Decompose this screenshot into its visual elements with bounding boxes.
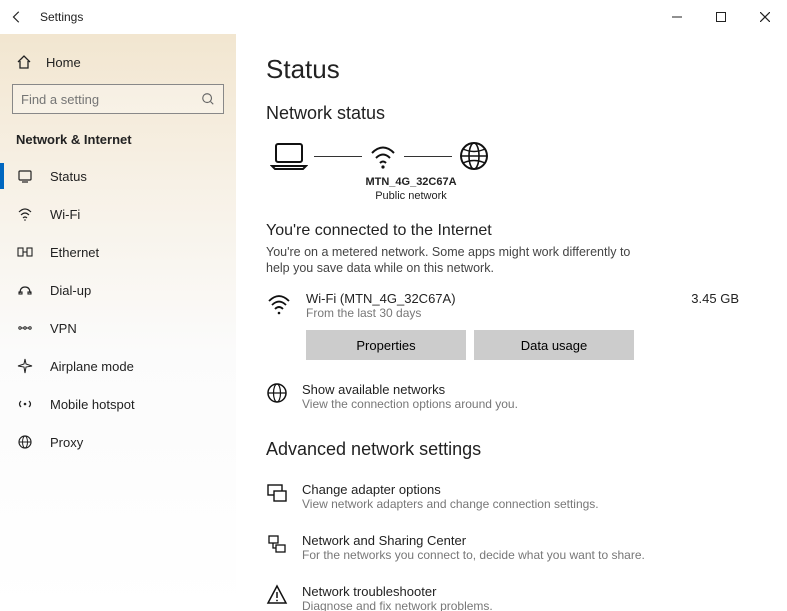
search-input[interactable]: [21, 92, 201, 107]
sidebar-item-ethernet[interactable]: Ethernet: [12, 233, 224, 271]
wifi-icon: [266, 291, 292, 317]
sidebar-item-label: Ethernet: [50, 245, 99, 260]
available-subtitle: View the connection options around you.: [302, 397, 518, 411]
sidebar-item-wifi[interactable]: Wi-Fi: [12, 195, 224, 233]
sidebar-item-hotspot[interactable]: Mobile hotspot: [12, 385, 224, 423]
available-title: Show available networks: [302, 382, 518, 397]
adv-item-subtitle: View network adapters and change connect…: [302, 497, 599, 511]
search-box[interactable]: [12, 84, 224, 114]
globe-icon: [458, 140, 490, 172]
sidebar-item-label: VPN: [50, 321, 77, 336]
minimize-button[interactable]: [655, 2, 699, 32]
adv-item-subtitle: For the networks you connect to, decide …: [302, 548, 645, 562]
globe-icon: [266, 382, 288, 404]
sidebar-item-airplane[interactable]: Airplane mode: [12, 347, 224, 385]
wifi-icon: [16, 206, 34, 222]
sidebar-item-proxy[interactable]: Proxy: [12, 423, 224, 461]
dialup-icon: [16, 282, 34, 298]
sidebar-section-title: Network & Internet: [12, 114, 224, 157]
sidebar-item-status[interactable]: Status: [12, 157, 224, 195]
adv-item-title: Change adapter options: [302, 482, 599, 497]
data-usage-button[interactable]: Data usage: [474, 330, 634, 360]
connector-line: [314, 156, 362, 157]
sidebar-item-label: Proxy: [50, 435, 83, 450]
close-button[interactable]: [743, 2, 787, 32]
sidebar-item-dialup[interactable]: Dial-up: [12, 271, 224, 309]
sidebar-item-vpn[interactable]: VPN: [12, 309, 224, 347]
network-diagram: [270, 140, 787, 172]
back-button[interactable]: [10, 10, 24, 24]
advanced-heading: Advanced network settings: [266, 439, 787, 460]
connector-line: [404, 156, 452, 157]
connection-name: Wi-Fi (MTN_4G_32C67A): [306, 291, 677, 306]
airplane-icon: [16, 358, 34, 374]
adapter-icon: [266, 482, 288, 504]
page-title: Status: [266, 54, 787, 85]
warning-icon: [266, 584, 288, 606]
diagram-scope: Public network: [356, 190, 466, 204]
change-adapter-options[interactable]: Change adapter options View network adap…: [266, 482, 686, 511]
main-content: Status Network status MTN_4G_32C67A Publ…: [236, 34, 787, 611]
status-icon: [16, 168, 34, 184]
data-usage-value: 3.45 GB: [691, 291, 787, 306]
sidebar-item-label: Wi-Fi: [50, 207, 80, 222]
hotspot-icon: [16, 396, 34, 412]
titlebar: Settings: [0, 0, 787, 34]
sidebar: Home Network & Internet Status Wi-Fi: [0, 34, 236, 611]
sidebar-item-label: Dial-up: [50, 283, 91, 298]
sidebar-item-label: Airplane mode: [50, 359, 134, 374]
network-status-heading: Network status: [266, 103, 787, 124]
connection-period: From the last 30 days: [306, 306, 677, 320]
adv-item-subtitle: Diagnose and fix network problems.: [302, 599, 493, 611]
home-icon: [16, 54, 32, 70]
diagram-ssid: MTN_4G_32C67A: [356, 176, 466, 190]
home-button[interactable]: Home: [12, 48, 224, 84]
maximize-button[interactable]: [699, 2, 743, 32]
window-title: Settings: [40, 10, 83, 24]
network-troubleshooter[interactable]: Network troubleshooter Diagnose and fix …: [266, 584, 686, 611]
home-label: Home: [46, 55, 81, 70]
wifi-icon: [368, 141, 398, 171]
connected-title: You're connected to the Internet: [266, 222, 787, 240]
sidebar-item-label: Mobile hotspot: [50, 397, 135, 412]
vpn-icon: [16, 320, 34, 336]
connected-subtitle: You're on a metered network. Some apps m…: [266, 244, 636, 278]
sharing-icon: [266, 533, 288, 555]
properties-button[interactable]: Properties: [306, 330, 466, 360]
sidebar-item-label: Status: [50, 169, 87, 184]
network-sharing-center[interactable]: Network and Sharing Center For the netwo…: [266, 533, 686, 562]
adv-item-title: Network troubleshooter: [302, 584, 493, 599]
show-available-networks[interactable]: Show available networks View the connect…: [266, 382, 686, 411]
proxy-icon: [16, 434, 34, 450]
adv-item-title: Network and Sharing Center: [302, 533, 645, 548]
laptop-icon: [270, 141, 308, 171]
ethernet-icon: [16, 244, 34, 260]
search-icon: [201, 92, 215, 106]
